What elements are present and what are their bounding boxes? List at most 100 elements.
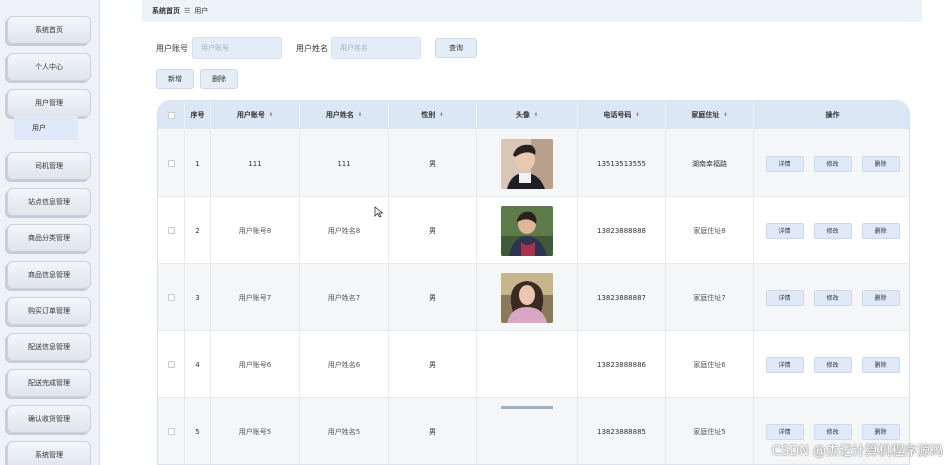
sort-icon[interactable]: ⬍: [269, 112, 273, 118]
sort-icon[interactable]: ⬍: [534, 112, 538, 118]
sidebar-item-category-management[interactable]: 商品分类管理: [7, 224, 91, 252]
header-avatar[interactable]: 头像 ⬍: [477, 101, 578, 129]
row-avatar: [477, 197, 578, 264]
row-index: 1: [185, 130, 211, 197]
sidebar-item-driver-management[interactable]: 司机管理: [7, 152, 91, 180]
row-account: 111: [211, 130, 300, 197]
avatar: [501, 272, 553, 323]
header-select-all[interactable]: [158, 101, 185, 129]
row-account: 用户账号5: [211, 398, 300, 464]
edit-button[interactable]: 修改: [813, 423, 852, 440]
breadcrumb: 系统首页 ☰ 用户: [142, 0, 922, 22]
row-address: 家庭住址8: [666, 197, 754, 264]
app-root: 系统首页 个人中心 用户管理 用户 司机管理 站点信息管理 商品分类管理 商品信…: [0, 0, 949, 465]
row-gender: 男: [389, 130, 477, 197]
sidebar-item-product-management[interactable]: 商品信息管理: [7, 261, 91, 289]
sort-icon[interactable]: ⬍: [635, 112, 639, 118]
edit-button[interactable]: 修改: [813, 289, 852, 306]
row-phone: 13823888886: [578, 331, 666, 398]
batch-delete-button[interactable]: 删除: [200, 69, 238, 89]
breadcrumb-current: 用户: [194, 7, 209, 15]
avatar: [501, 205, 553, 256]
row-select[interactable]: [158, 197, 185, 264]
sidebar: 系统首页 个人中心 用户管理 用户 司机管理 站点信息管理 商品分类管理 商品信…: [0, 0, 100, 465]
delete-button[interactable]: 删除: [861, 356, 900, 373]
sort-icon[interactable]: ⬍: [723, 112, 727, 118]
detail-button[interactable]: 详情: [765, 423, 804, 440]
edit-button[interactable]: 修改: [813, 155, 852, 172]
watermark: CSDN @杰记计算机程序源码: [771, 444, 943, 459]
sidebar-item-personal-center[interactable]: 个人中心: [7, 53, 91, 81]
sort-icon[interactable]: ⬍: [358, 112, 362, 118]
detail-button[interactable]: 详情: [765, 222, 804, 239]
sort-icon[interactable]: ⬍: [439, 112, 443, 118]
row-select[interactable]: [158, 331, 185, 398]
row-gender: 男: [389, 398, 477, 464]
sidebar-item-delivery-info-management[interactable]: 配送信息管理: [7, 333, 91, 361]
row-checkbox[interactable]: [167, 361, 175, 368]
row-gender: 男: [389, 264, 477, 331]
row-actions: 详情 修改 删除: [754, 331, 909, 398]
row-gender: 男: [389, 197, 477, 264]
row-select[interactable]: [158, 264, 185, 331]
header-phone-label: 电话号码: [603, 111, 632, 119]
row-name: 用户姓名6: [300, 331, 389, 398]
account-search-input[interactable]: [192, 37, 282, 59]
detail-button[interactable]: 详情: [765, 289, 804, 306]
edit-button[interactable]: 修改: [813, 356, 852, 373]
mouse-cursor-icon: [374, 206, 384, 218]
breadcrumb-home[interactable]: 系统首页: [152, 6, 180, 16]
edit-button[interactable]: 修改: [813, 222, 852, 239]
row-gender: 男: [389, 331, 477, 398]
query-button[interactable]: 查询: [435, 38, 477, 58]
header-name[interactable]: 用户姓名 ⬍: [300, 101, 389, 129]
header-account-label: 用户账号: [236, 111, 265, 119]
table-row: 3 用户账号7 用户姓名7 男 13823888887 家庭住址7 详情 修改 …: [158, 264, 909, 331]
sidebar-item-order-management[interactable]: 购买订单管理: [7, 297, 91, 325]
row-name: 用户姓名7: [300, 264, 389, 331]
row-index: 5: [185, 398, 211, 464]
delete-button[interactable]: 删除: [861, 423, 900, 440]
sidebar-item-station-management[interactable]: 站点信息管理: [7, 188, 91, 216]
header-gender-label: 性别: [421, 111, 436, 119]
row-checkbox[interactable]: [167, 160, 175, 167]
row-actions: 详情 修改 删除: [754, 264, 909, 331]
name-search-input[interactable]: [331, 37, 421, 59]
delete-button[interactable]: 删除: [861, 155, 900, 172]
row-phone: 13823888888: [578, 197, 666, 264]
header-address[interactable]: 家庭住址 ⬍: [666, 101, 754, 129]
row-checkbox[interactable]: [167, 227, 175, 234]
row-name: 111: [300, 130, 389, 197]
row-address: 家庭住址5: [666, 398, 754, 464]
header-phone[interactable]: 电话号码 ⬍: [578, 101, 666, 129]
row-checkbox[interactable]: [167, 294, 175, 301]
row-account: 用户账号7: [211, 264, 300, 331]
header-gender[interactable]: 性别 ⬍: [389, 101, 477, 129]
select-all-checkbox[interactable]: [167, 111, 175, 119]
sidebar-item-home[interactable]: 系统首页: [7, 16, 91, 44]
breadcrumb-separator-icon: ☰: [184, 7, 191, 15]
delete-button[interactable]: 删除: [861, 222, 900, 239]
sidebar-item-delivery-complete-management[interactable]: 配送完成管理: [7, 369, 91, 397]
detail-button[interactable]: 详情: [765, 356, 804, 373]
header-actions: 操作: [825, 111, 840, 119]
sidebar-item-user-management[interactable]: 用户管理: [7, 89, 91, 117]
sidebar-subitem-user[interactable]: 用户: [14, 116, 78, 140]
row-avatar: [477, 331, 578, 398]
row-select[interactable]: [158, 398, 185, 464]
row-avatar: [477, 264, 578, 331]
row-checkbox[interactable]: [167, 428, 175, 435]
header-account[interactable]: 用户账号 ⬍: [211, 101, 300, 129]
add-button[interactable]: 新增: [156, 69, 194, 89]
sidebar-item-receipt-management[interactable]: 确认收货管理: [7, 405, 91, 433]
row-address: 家庭住址6: [666, 331, 754, 398]
header-index: 序号: [185, 101, 211, 129]
delete-button[interactable]: 删除: [861, 289, 900, 306]
row-select[interactable]: [158, 130, 185, 197]
user-table: 序号 用户账号 ⬍ 用户姓名 ⬍ 性别 ⬍ 头像 ⬍ 电话号码 ⬍ 家庭住址 ⬍ 操作 1 …: [157, 100, 910, 465]
account-label: 用户账号: [156, 44, 188, 53]
detail-button[interactable]: 详情: [765, 155, 804, 172]
sidebar-item-system-management[interactable]: 系统管理: [7, 441, 91, 465]
avatar: [501, 138, 553, 189]
row-phone: 13823888885: [578, 398, 666, 464]
